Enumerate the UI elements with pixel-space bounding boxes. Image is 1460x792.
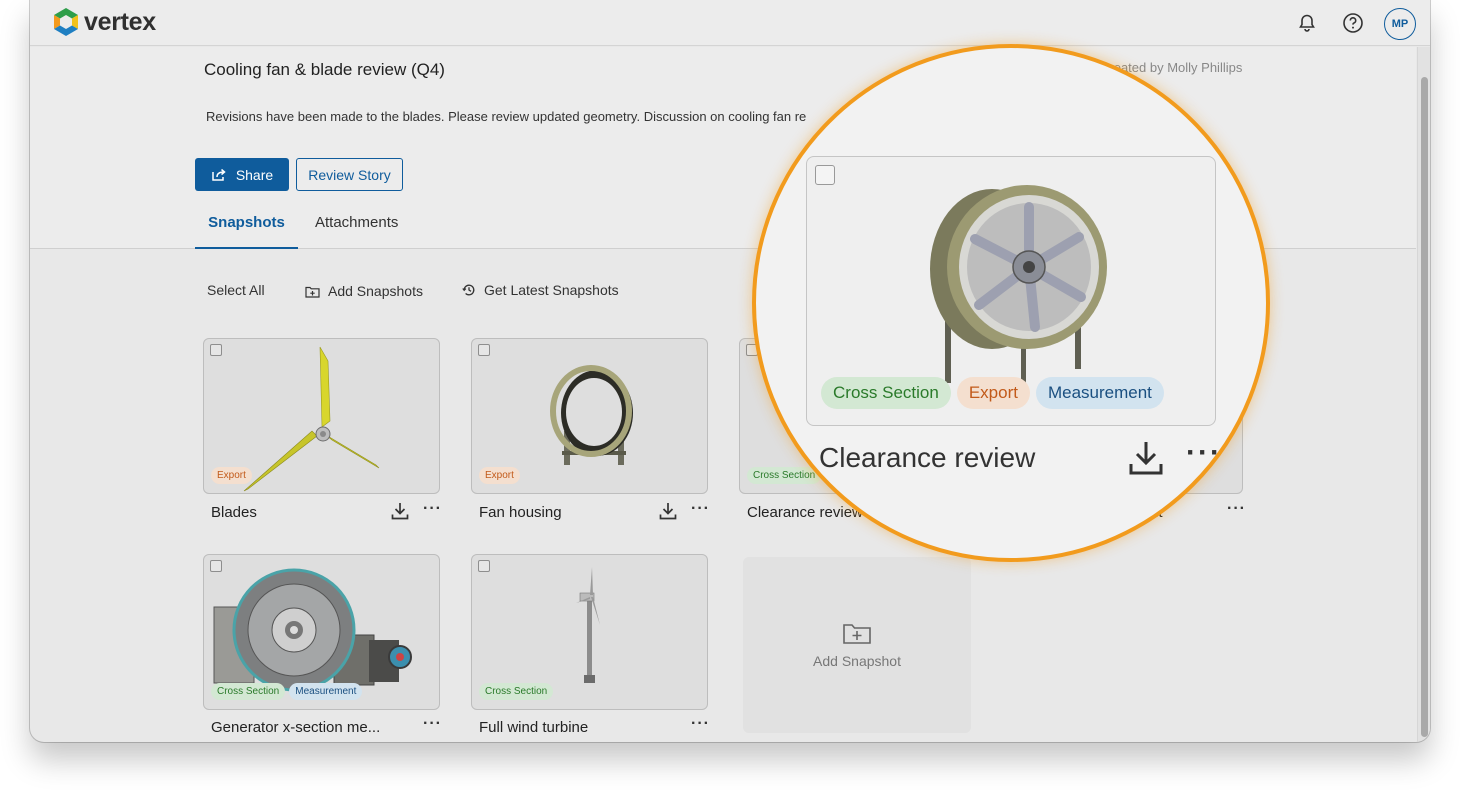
add-folder-icon <box>843 624 871 644</box>
tab-snapshots[interactable]: Snapshots <box>195 214 298 249</box>
add-snapshots-button[interactable]: Add Snapshots <box>305 283 423 299</box>
vertex-logo[interactable]: vertex <box>50 6 156 38</box>
review-story-button[interactable]: Review Story <box>296 158 403 191</box>
snapshot-tags: Export <box>479 467 520 484</box>
snapshot-name: Fan housing <box>479 504 562 521</box>
download-icon[interactable] <box>390 501 410 521</box>
tag-measurement: Measurement <box>1035 377 1164 409</box>
snapshot-card-full-wind-turbine[interactable]: Cross Section <box>471 554 708 710</box>
zoom-snapshot-tags: Cross Section Export Measurement <box>821 377 1164 409</box>
tag-export: Export <box>211 467 252 484</box>
snapshot-tags: Export <box>211 467 252 484</box>
snapshot-tags: Cross Section <box>479 683 554 700</box>
add-snapshot-label: Add Snapshot <box>813 653 901 669</box>
zoom-callout: Cross Section Export Measurement Clearan… <box>752 44 1270 562</box>
snapshot-name: Generator x-section me... <box>211 719 381 736</box>
more-options-icon[interactable]: ··· <box>423 500 442 518</box>
history-icon <box>462 284 475 296</box>
scrollbar-thumb[interactable] <box>1421 77 1428 737</box>
tag-cross-section: Cross Section <box>821 377 951 409</box>
more-options-icon[interactable]: ··· <box>1186 436 1222 470</box>
zoom-snapshot-title: Clearance review <box>819 442 1036 473</box>
get-latest-label: Get Latest Snapshots <box>484 282 619 298</box>
get-latest-snapshots-button[interactable]: Get Latest Snapshots <box>462 282 619 298</box>
more-options-icon[interactable]: ··· <box>691 715 710 733</box>
tag-cross-section: Cross Section <box>211 683 286 700</box>
select-all-button[interactable]: Select All <box>207 282 265 298</box>
download-icon[interactable] <box>1126 438 1166 478</box>
app-name: vertex <box>84 7 156 36</box>
help-icon[interactable] <box>1341 11 1365 35</box>
tag-measurement: Measurement <box>289 683 363 700</box>
user-avatar[interactable]: MP <box>1384 8 1416 40</box>
snapshot-card-fan-housing[interactable]: Export <box>471 338 708 494</box>
more-options-icon[interactable]: ··· <box>691 500 710 518</box>
snapshot-name: Blades <box>211 504 257 521</box>
more-options-icon[interactable]: ··· <box>423 715 442 733</box>
bell-icon[interactable] <box>1295 11 1319 35</box>
top-bar: vertex MP <box>30 0 1430 46</box>
zoom-content: Cross Section Export Measurement Clearan… <box>756 48 1266 558</box>
add-snapshots-label: Add Snapshots <box>328 283 423 299</box>
tag-export: Export <box>479 467 520 484</box>
select-all-label: Select All <box>207 282 265 298</box>
tag-cross-section: Cross Section <box>479 683 554 700</box>
share-button-label: Share <box>235 166 274 183</box>
snapshot-card-generator[interactable]: Cross Section Measurement <box>203 554 440 710</box>
vertex-logo-icon <box>54 8 78 36</box>
review-description: Revisions have been made to the blades. … <box>206 109 807 124</box>
tab-attachments[interactable]: Attachments <box>315 214 398 249</box>
page-title: Cooling fan & blade review (Q4) <box>204 60 445 79</box>
snapshot-name: Full wind turbine <box>479 719 589 736</box>
share-icon <box>212 168 226 181</box>
share-button[interactable]: Share <box>195 158 289 191</box>
snapshot-tags: Cross Section Measurement <box>211 683 363 700</box>
vertical-scrollbar[interactable] <box>1417 47 1430 742</box>
snapshot-card-blades[interactable]: Export <box>203 338 440 494</box>
tag-export: Export <box>956 377 1030 409</box>
zoom-snapshot-card[interactable]: Cross Section Export Measurement <box>806 156 1216 426</box>
add-folder-icon <box>305 286 320 298</box>
download-icon[interactable] <box>658 501 678 521</box>
add-snapshot-card[interactable]: Add Snapshot <box>743 557 971 733</box>
